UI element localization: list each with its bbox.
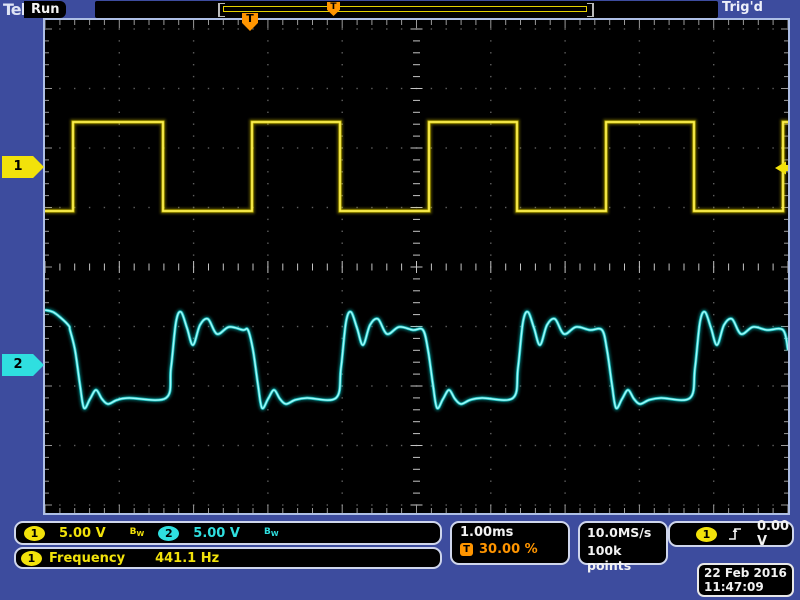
- ch1-bandwidth-icon: BW: [130, 528, 145, 539]
- time-label: 11:47:09: [704, 580, 787, 594]
- horizontal-readout[interactable]: 1.00ms T 30.00 %: [450, 521, 570, 565]
- graticule-display: [43, 18, 790, 515]
- acquisition-readout[interactable]: 10.0MS/s 100k points: [578, 521, 668, 565]
- ch1-badge: 1: [24, 526, 45, 541]
- acquisition-status-badge: Run: [24, 1, 66, 18]
- rising-edge-icon: [727, 526, 745, 542]
- trigger-source-badge: 1: [696, 527, 717, 542]
- trigger-position-value: 30.00 %: [479, 542, 538, 557]
- ch2-bandwidth-icon: BW: [264, 528, 279, 539]
- ch2-trace: [45, 310, 788, 408]
- ch2-scale: 5.00 V: [193, 526, 240, 541]
- graticule-svg: [45, 20, 788, 513]
- ch2-badge: 2: [158, 526, 179, 541]
- record-view-bar[interactable]: [95, 1, 718, 18]
- record-view-right-bracket: [587, 3, 594, 17]
- trigger-level-value: 0.00 V: [757, 519, 789, 549]
- measurement-name: Frequency: [49, 551, 125, 566]
- record-view-window: [223, 6, 587, 12]
- ch1-ground-marker[interactable]: 1: [2, 156, 44, 178]
- trigger-position-icon: T: [460, 543, 473, 556]
- measurement-source-badge: 1: [21, 551, 42, 566]
- sample-rate-value: 10.0MS/s: [587, 525, 659, 540]
- grid-dots: [45, 20, 788, 513]
- vertical-scale-readout[interactable]: 1 5.00 V BW 2 5.00 V BW: [14, 521, 442, 545]
- record-length-value: 100k points: [587, 543, 659, 573]
- measurement-value: 441.1 Hz: [155, 551, 219, 566]
- ch2-ground-marker[interactable]: 2: [2, 354, 44, 376]
- timebase-value: 1.00ms: [460, 525, 560, 540]
- trigger-readout[interactable]: 1 0.00 V: [668, 521, 794, 547]
- date-label: 22 Feb 2016: [704, 566, 787, 580]
- measurement-readout[interactable]: 1 Frequency 441.1 Hz: [14, 547, 442, 569]
- ch1-trace: [45, 122, 788, 211]
- ch1-scale: 5.00 V: [59, 526, 106, 541]
- oscilloscope-screen: { "topbar": { "logo": "Tek", "acq_status…: [0, 0, 800, 600]
- datetime-readout: 22 Feb 2016 11:47:09: [697, 563, 794, 597]
- trigger-status-label: Trig'd: [722, 0, 763, 15]
